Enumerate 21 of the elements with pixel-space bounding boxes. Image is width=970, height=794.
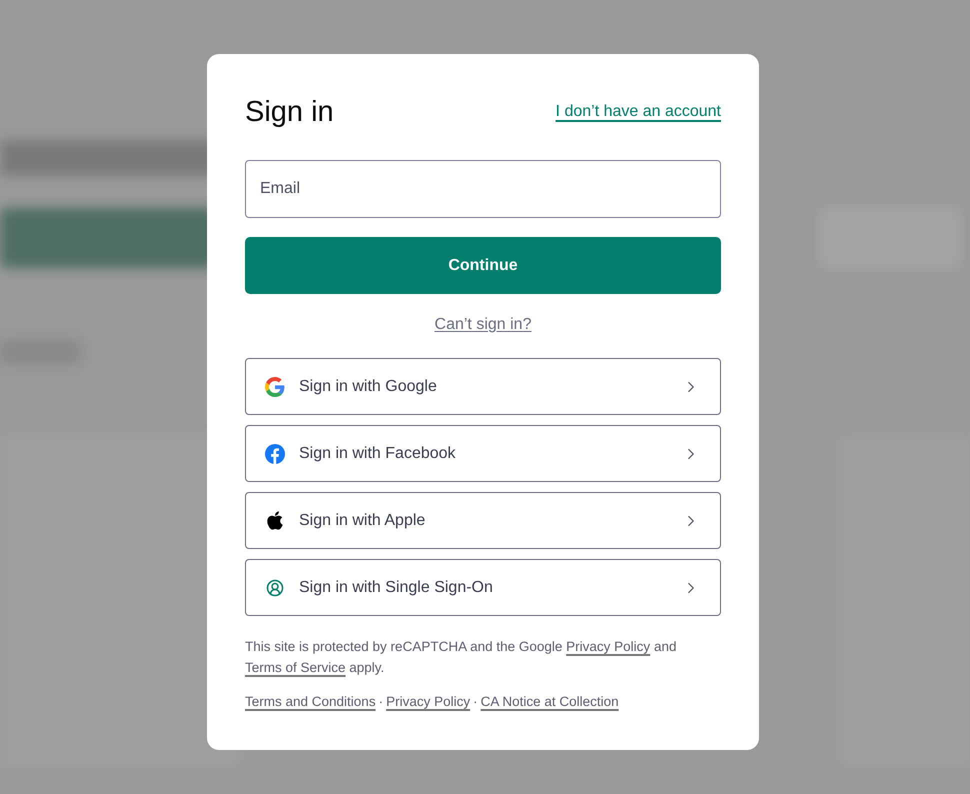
separator-dot: · (378, 693, 384, 711)
provider-sign-in-button[interactable]: Sign in with Apple (245, 492, 721, 549)
recaptcha-notice: This site is protected by reCAPTCHA and the Google Privacy Policy and Terms of Service apply. (245, 638, 678, 677)
email-field[interactable]: Email (245, 160, 721, 218)
dialog-title: Sign in (245, 98, 334, 126)
facebook-logo-icon (265, 444, 285, 464)
provider-sign-in-button[interactable]: Sign in with Single Sign-On (245, 559, 721, 616)
no-account-link[interactable]: I don’t have an account (556, 100, 721, 124)
footer-link[interactable]: CA Notice at Collection (480, 692, 619, 712)
provider-sign-in-button[interactable]: Sign in with Facebook (245, 425, 721, 482)
footer-link[interactable]: Terms and Conditions (245, 692, 376, 712)
google-logo-icon (265, 376, 285, 396)
cant-sign-in-link[interactable]: Can’t sign in? (434, 313, 532, 337)
footer-link[interactable]: Privacy Policy (386, 692, 470, 712)
legal-link[interactable]: Terms of Service (245, 660, 346, 675)
continue-button[interactable]: Continue (245, 237, 721, 294)
provider-sign-in-button[interactable]: Sign in with Google (245, 358, 721, 415)
user-circle-icon (266, 578, 284, 596)
legal-link[interactable]: Privacy Policy (566, 639, 650, 654)
apple-logo-icon (265, 510, 285, 531)
separator-dot: · (473, 693, 478, 711)
